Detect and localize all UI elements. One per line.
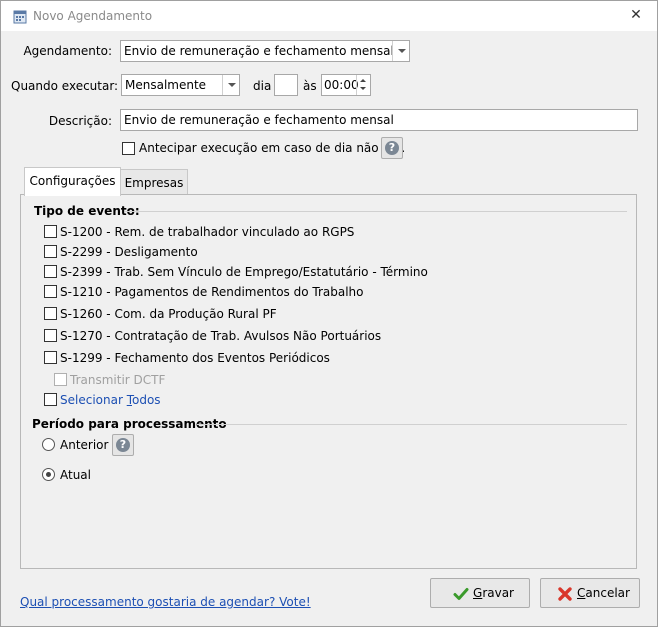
periodo-separator [197,424,627,425]
cancel-x-icon [558,587,572,601]
descricao-value: Envio de remuneração e fechamento mensal [124,113,394,127]
hora-spinner[interactable]: 00:00 [321,74,371,96]
selecionar-suffix: odos [132,393,161,407]
as-label: às [303,79,317,93]
cancelar-button[interactable]: Cancelar [540,578,640,608]
event-s2299-label[interactable]: S-2299 - Desligamento [60,245,198,259]
periodo-help-button[interactable]: ? [112,434,134,456]
dia-input[interactable] [274,74,298,96]
dia-label: dia [253,79,272,93]
quando-executar-label: Quando executar: [11,79,119,93]
event-s1299-label[interactable]: S-1299 - Fechamento dos Eventos Periódic… [60,351,330,365]
event-s1260-label[interactable]: S-1260 - Com. da Produção Rural PF [60,307,277,321]
agendamento-value: Envio de remuneração e fechamento mensal [124,44,394,58]
spin-buttons[interactable] [356,75,370,95]
event-s1210-checkbox[interactable] [44,285,57,298]
antecipar-help-button[interactable]: ? [381,137,403,159]
hora-value: 00:00 [324,78,359,92]
checkmark-icon [453,588,469,600]
event-s1299-checkbox[interactable] [44,351,57,364]
event-s2299-checkbox[interactable] [44,245,57,258]
transmitir-dctf-label: Transmitir DCTF [70,373,166,387]
cancelar-label: Cancelar [577,586,630,600]
selecionar-prefix: Selecionar [60,393,127,407]
event-s1200-label[interactable]: S-1200 - Rem. de trabalhador vinculado a… [60,225,354,239]
event-s1210-label[interactable]: S-1210 - Pagamentos de Rendimentos do Tr… [60,285,363,299]
title-bar: Novo Agendamento ✕ [1,1,657,31]
frequencia-select[interactable]: Mensalmente [121,74,240,96]
selecionar-todos-label[interactable]: Selecionar Todos [60,393,161,407]
tab-empresas[interactable]: Empresas [120,169,188,196]
tipo-evento-separator [125,211,627,212]
close-icon[interactable]: ✕ [629,8,643,22]
spin-up-icon[interactable] [360,79,366,82]
chevron-down-icon[interactable] [392,41,409,61]
agendamento-label: Agendamento: [23,44,112,58]
event-s2399-checkbox[interactable] [44,265,57,278]
help-icon: ? [116,438,130,452]
tab-empresas-label: Empresas [124,176,184,190]
dialog-window: Novo Agendamento ✕ Agendamento: Envio de… [0,0,658,627]
event-s1270-label[interactable]: S-1270 - Contratação de Trab. Avulsos Nã… [60,329,381,343]
spin-down-icon[interactable] [360,87,366,90]
periodo-anterior-radio[interactable] [42,438,55,451]
cancelar-rest: ancelar [585,586,630,600]
periodo-anterior-label[interactable]: Anterior [60,438,108,452]
periodo-atual-radio[interactable] [42,468,55,481]
transmitir-dctf-checkbox [54,373,67,386]
periodo-atual-label[interactable]: Atual [60,468,91,482]
vote-link[interactable]: Qual processamento gostaria de agendar? … [20,595,311,609]
antecipar-checkbox[interactable] [122,142,135,155]
event-s1200-checkbox[interactable] [44,225,57,238]
event-s2399-label[interactable]: S-2399 - Trab. Sem Vínculo de Emprego/Es… [60,265,428,279]
selecionar-todos-checkbox[interactable] [44,393,57,406]
antecipar-label[interactable]: Antecipar execução em caso de dia não út… [139,141,405,155]
window-title: Novo Agendamento [33,9,153,23]
gravar-label: Gravar [473,586,514,600]
tipo-evento-title: Tipo de evento: [34,204,140,218]
tab-configuracoes[interactable]: Configurações [24,167,121,196]
help-icon: ? [385,141,399,155]
gravar-rest: ravar [482,586,514,600]
agendamento-select[interactable]: Envio de remuneração e fechamento mensal [120,40,410,62]
event-s1260-checkbox[interactable] [44,307,57,320]
descricao-input[interactable]: Envio de remuneração e fechamento mensal [120,109,638,131]
gravar-button[interactable]: Gravar [430,578,530,608]
descricao-label: Descrição: [48,114,112,128]
app-calendar-icon [13,10,27,24]
frequencia-value: Mensalmente [125,78,207,92]
gravar-accel: G [473,586,483,600]
event-s1270-checkbox[interactable] [44,329,57,342]
chevron-down-icon[interactable] [222,75,239,95]
tab-configuracoes-label: Configurações [29,174,116,188]
